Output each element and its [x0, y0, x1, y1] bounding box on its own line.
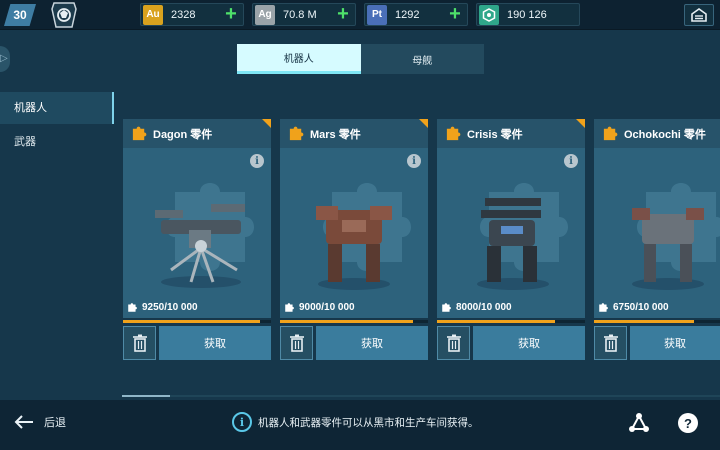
robot-crisis-image — [477, 198, 549, 290]
puzzle-piece-icon — [285, 303, 294, 312]
corner-marker — [262, 119, 271, 128]
progress-fill — [594, 320, 694, 323]
parts-progress-label: 8000/10 000 — [441, 302, 512, 313]
trash-icon — [289, 334, 304, 352]
discard-button[interactable] — [594, 326, 627, 360]
faction-emblem-icon[interactable] — [50, 1, 78, 29]
hint-message: i 机器人和武器零件可以从黑市和生产车间获得。 — [232, 412, 479, 432]
back-label: 后退 — [44, 417, 66, 429]
gold-amount: 2328 — [171, 8, 196, 21]
puzzle-piece-icon — [603, 126, 618, 141]
parts-progress-bar — [437, 320, 585, 323]
get-button[interactable]: 获取 — [159, 326, 271, 360]
key-amount: 190 126 — [507, 8, 547, 21]
info-icon[interactable]: i — [407, 154, 421, 168]
part-card-crisis[interactable]: Crisis 零件 i 8000/10 000 获取 — [437, 119, 585, 361]
card-header: Mars 零件 — [280, 119, 428, 148]
help-icon[interactable]: ? — [678, 413, 698, 433]
gold-icon: Au — [143, 4, 163, 25]
garage-icon — [691, 8, 707, 22]
corner-marker — [419, 119, 428, 128]
card-title: Dagon 零件 — [153, 128, 213, 141]
platinum-amount: 1292 — [395, 8, 420, 21]
progress-fill — [123, 320, 260, 323]
discard-button[interactable] — [437, 326, 470, 360]
info-circle-icon: i — [232, 412, 252, 432]
key-resource: 190 126 — [476, 3, 580, 26]
card-header: Ochokochi 零件 — [594, 119, 720, 148]
player-level-badge[interactable]: 30 — [4, 4, 36, 26]
sidebar-item-robots[interactable]: 机器人 — [0, 92, 114, 124]
scrollbar-thumb[interactable] — [122, 395, 170, 397]
puzzle-piece-icon — [442, 303, 451, 312]
info-icon[interactable]: i — [564, 154, 578, 168]
puzzle-piece-icon — [289, 126, 304, 141]
card-header: Crisis 零件 — [437, 119, 585, 148]
parts-progress-label: 9000/10 000 — [284, 302, 355, 313]
robot-dagon-image — [155, 204, 245, 288]
add-silver-button[interactable]: + — [334, 4, 352, 24]
silver-resource: Ag 70.8 M + — [252, 3, 356, 26]
parts-progress-bar — [594, 320, 720, 323]
trash-icon — [132, 334, 147, 352]
card-title: Crisis 零件 — [467, 128, 523, 141]
robot-ochokochi-image — [632, 208, 704, 290]
card-title: Mars 零件 — [310, 128, 361, 141]
silver-amount: 70.8 M — [283, 8, 317, 21]
parts-progress-label: 9250/10 000 — [127, 302, 198, 313]
bottom-bar: 后退 i 机器人和武器零件可以从黑市和生产车间获得。 — [0, 400, 720, 450]
robot-mars-image — [316, 206, 392, 290]
info-icon[interactable]: i — [250, 154, 264, 168]
category-sidebar: 机器人 武器 — [0, 92, 114, 160]
side-drawer-handle[interactable]: ▷ — [0, 46, 10, 72]
hint-text: 机器人和武器零件可以从黑市和生产车间获得。 — [258, 416, 479, 429]
tab-bar: 机器人 母舰 — [237, 44, 484, 74]
corner-marker — [576, 119, 585, 128]
platinum-icon: Pt — [367, 4, 387, 25]
discard-button[interactable] — [123, 326, 156, 360]
puzzle-piece-icon — [128, 303, 137, 312]
top-bar: 30 Au 2328 + Ag 70.8 M + Pt 1292 + 190 1… — [0, 0, 720, 30]
card-image-area: i — [280, 148, 428, 318]
key-token-icon — [479, 4, 499, 25]
part-card-ochokochi[interactable]: Ochokochi 零件 6750/10 000 获取 — [594, 119, 720, 361]
card-image-area: i — [437, 148, 585, 318]
get-button[interactable]: 获取 — [316, 326, 428, 360]
tab-robots[interactable]: 机器人 — [237, 44, 361, 74]
card-image-area — [594, 148, 720, 318]
add-platinum-button[interactable]: + — [446, 4, 464, 24]
progress-fill — [280, 320, 414, 323]
hangar-menu-button[interactable] — [684, 4, 714, 26]
horizontal-scrollbar[interactable] — [122, 395, 720, 397]
get-button[interactable]: 获取 — [473, 326, 585, 360]
card-title: Ochokochi 零件 — [624, 128, 706, 141]
part-card-mars[interactable]: Mars 零件 i 9000/10 000 获取 — [280, 119, 428, 361]
trash-icon — [603, 334, 618, 352]
chevron-right-icon: ▷ — [0, 53, 8, 64]
arrow-left-icon — [14, 415, 33, 429]
share-icon[interactable] — [628, 412, 650, 434]
trash-icon — [446, 334, 461, 352]
platinum-resource: Pt 1292 + — [364, 3, 468, 26]
sidebar-item-weapons[interactable]: 武器 — [0, 126, 114, 158]
progress-fill — [437, 320, 556, 323]
puzzle-piece-icon — [132, 126, 147, 141]
puzzle-piece-icon — [446, 126, 461, 141]
silver-icon: Ag — [255, 4, 275, 25]
parts-progress-label: 6750/10 000 — [598, 302, 669, 313]
gold-resource: Au 2328 + — [140, 3, 244, 26]
get-button[interactable]: 获取 — [630, 326, 720, 360]
tab-motherships[interactable]: 母舰 — [360, 44, 484, 74]
back-button[interactable]: 后退 — [14, 412, 66, 432]
puzzle-piece-icon — [599, 303, 608, 312]
parts-progress-bar — [123, 320, 271, 323]
card-image-area: i — [123, 148, 271, 318]
discard-button[interactable] — [280, 326, 313, 360]
add-gold-button[interactable]: + — [222, 4, 240, 24]
card-header: Dagon 零件 — [123, 119, 271, 148]
parts-progress-bar — [280, 320, 428, 323]
part-card-dagon[interactable]: Dagon 零件 i 9250/10 000 获取 — [123, 119, 271, 361]
